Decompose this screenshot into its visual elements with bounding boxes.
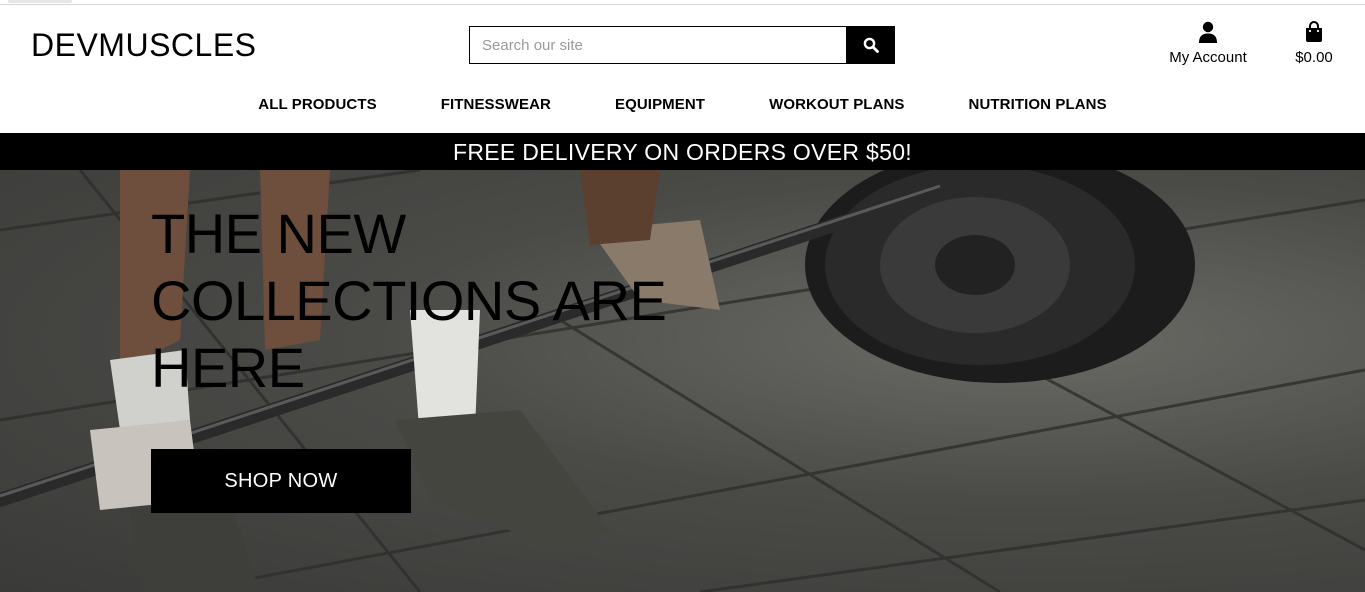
search-icon (863, 37, 879, 53)
free-delivery-banner: FREE DELIVERY ON ORDERS OVER $50! (0, 133, 1365, 170)
site-header: DEVMUSCLES My Account $0. (0, 5, 1365, 133)
cart-total: $0.00 (1295, 49, 1333, 66)
my-account-link[interactable]: My Account (1160, 21, 1256, 69)
hero-title: THE NEW COLLECTIONS ARE HERE (151, 202, 667, 399)
nav-fitnesswear[interactable]: FITNESSWEAR (409, 90, 583, 122)
browser-tab-stub (8, 0, 72, 3)
main-navigation: ALL PRODUCTS FITNESSWEAR EQUIPMENT WORKO… (0, 90, 1365, 122)
nav-equipment[interactable]: EQUIPMENT (583, 90, 737, 122)
my-account-label: My Account (1169, 49, 1247, 66)
shopping-bag-icon (1288, 21, 1340, 45)
search-form (469, 26, 895, 64)
nav-nutrition-plans[interactable]: NUTRITION PLANS (937, 90, 1139, 122)
nav-all-products[interactable]: ALL PRODUCTS (226, 90, 408, 122)
search-button[interactable] (846, 26, 895, 64)
nav-workout-plans[interactable]: WORKOUT PLANS (737, 90, 936, 122)
site-logo[interactable]: DEVMUSCLES (31, 27, 257, 64)
user-icon (1160, 21, 1256, 45)
cart-link[interactable]: $0.00 (1288, 21, 1340, 69)
shop-now-button[interactable]: SHOP NOW (151, 449, 411, 513)
hero-section: THE NEW COLLECTIONS ARE HERE SHOP NOW (0, 170, 1365, 592)
search-input[interactable] (469, 26, 846, 64)
